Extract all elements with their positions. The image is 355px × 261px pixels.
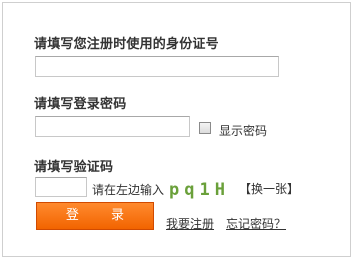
id-number-input[interactable] — [35, 56, 279, 77]
captcha-label: 请填写验证码 — [34, 160, 114, 175]
password-label: 请填写登录密码 — [34, 97, 127, 112]
password-input[interactable] — [35, 116, 190, 137]
refresh-captcha-link[interactable]: 【换一张】 — [239, 180, 299, 197]
login-panel: 请填写您注册时使用的身份证号 请填写登录密码 显示密码 请填写验证码 请在左边输… — [2, 2, 351, 257]
login-button[interactable]: 登 录 — [36, 202, 154, 230]
captcha-input[interactable] — [35, 177, 87, 197]
captcha-image: pq1H — [169, 180, 230, 200]
register-link[interactable]: 我要注册 — [166, 215, 214, 232]
id-number-label: 请填写您注册时使用的身份证号 — [34, 37, 219, 52]
show-password-label: 显示密码 — [219, 124, 268, 138]
forgot-password-link[interactable]: 忘记密码？ — [226, 215, 286, 232]
show-password-checkbox[interactable] — [199, 122, 211, 134]
captcha-hint: 请在左边输入 — [92, 183, 165, 197]
